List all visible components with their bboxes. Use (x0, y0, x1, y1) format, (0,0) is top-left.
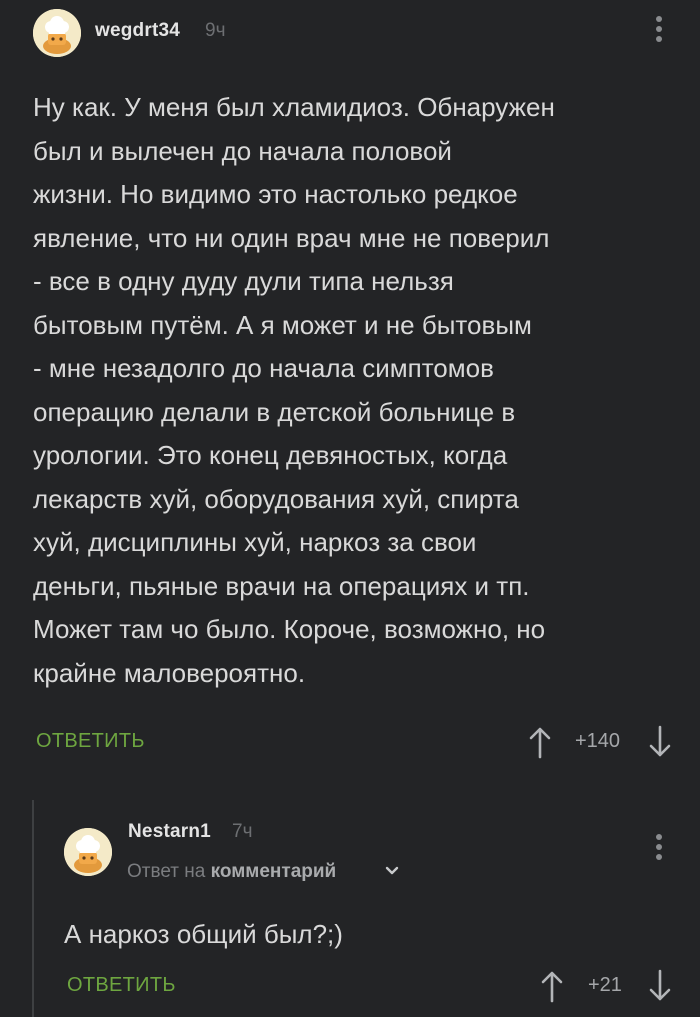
comment-text: Ну как. У меня был хламидиоз. Обнаружен … (33, 92, 555, 688)
avatar[interactable] (64, 828, 112, 876)
more-vertical-icon[interactable] (654, 16, 664, 50)
username[interactable]: Nestarn1 (128, 821, 211, 843)
arrow-down-icon[interactable] (648, 969, 672, 1003)
arrow-down-icon[interactable] (648, 725, 672, 759)
reply-to-label[interactable]: Ответ на комментарий (127, 861, 336, 883)
comment-text: А наркоз общий был?;) (64, 919, 343, 949)
chef-hat-avatar-icon (33, 9, 81, 57)
reply-button[interactable]: ОТВЕТИТЬ (67, 974, 176, 997)
vote-score: +21 (588, 974, 622, 996)
timestamp: 7ч (232, 821, 253, 842)
reply-comment: Nestarn1 7ч Ответ на комментарий А нарко… (0, 800, 700, 1017)
reply-to-target[interactable]: комментарий (211, 861, 337, 882)
timestamp: 9ч (205, 20, 226, 41)
more-vertical-icon[interactable] (654, 834, 664, 868)
chef-hat-avatar-icon (64, 828, 112, 876)
arrow-up-icon[interactable] (528, 725, 552, 759)
comment: wegdrt34 9ч Ну как. У меня был хламидиоз… (0, 0, 700, 780)
reply-button[interactable]: ОТВЕТИТЬ (36, 730, 145, 753)
reply-to-prefix: Ответ на (127, 861, 206, 882)
username[interactable]: wegdrt34 (95, 20, 180, 42)
vote-score: +140 (575, 730, 621, 752)
chevron-down-icon[interactable] (384, 865, 400, 877)
arrow-up-icon[interactable] (540, 969, 564, 1003)
avatar[interactable] (33, 9, 81, 57)
